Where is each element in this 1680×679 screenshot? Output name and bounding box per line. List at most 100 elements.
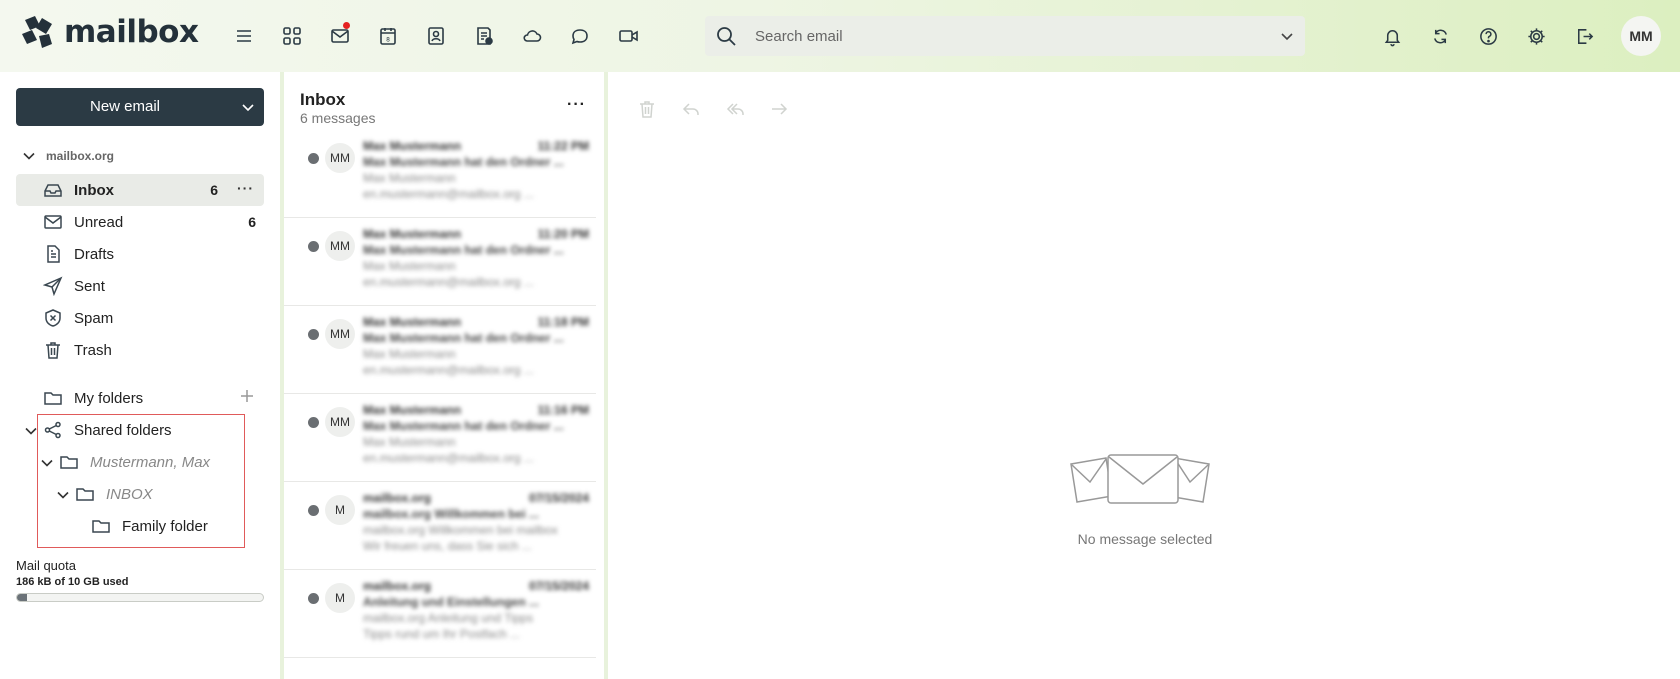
unread-count: 6: [210, 182, 218, 198]
message-row[interactable]: MM Max Mustermann 11:16 PM Max Mustermann h…: [284, 394, 596, 482]
message-snippet: Max Mustermann: [363, 171, 456, 185]
sender-name: mailbox.org: [363, 491, 432, 505]
folder-label: Unread: [74, 213, 124, 231]
highlight-box: [37, 414, 245, 548]
help-icon[interactable]: [1464, 22, 1512, 50]
cloud-icon[interactable]: [508, 22, 556, 50]
top-bar: mailbox 8 Search email MM: [0, 0, 1680, 72]
my-folders[interactable]: My folders: [16, 382, 264, 414]
folder-unread[interactable]: Unread 6: [16, 206, 264, 238]
message-snippet: Wir freuen uns, dass Sie sich ...: [363, 539, 532, 553]
reply-all-icon[interactable]: [724, 98, 746, 120]
folder-more-icon[interactable]: ···: [237, 180, 254, 196]
unread-dot: [308, 593, 319, 604]
message-subject: Anleitung und Einstellungen ...: [363, 595, 539, 609]
logo[interactable]: mailbox: [18, 12, 199, 52]
folder-drafts[interactable]: Drafts: [16, 238, 264, 270]
message-row[interactable]: MM Max Mustermann 11:20 PM Max Mustermann h…: [284, 218, 596, 306]
header-actions: [1368, 22, 1608, 50]
new-email-label: New email: [89, 98, 161, 115]
trash-icon[interactable]: [636, 98, 658, 120]
sender-name: Max Mustermann: [363, 315, 462, 329]
message-subject: Max Mustermann hat den Ordner ...: [363, 243, 564, 257]
shield-x-icon: [42, 307, 64, 329]
search-input[interactable]: [755, 16, 1275, 56]
folder-label: Sent: [74, 277, 105, 295]
trash-icon: [42, 339, 64, 361]
send-icon: [42, 275, 64, 297]
message-preview: Max Mustermann 11:22 PM Max Mustermann hat…: [363, 138, 589, 202]
settings-icon[interactable]: [1512, 22, 1560, 50]
message-snippet: mailbox.org Willkommen bei mailbox: [363, 523, 558, 537]
reply-icon[interactable]: [680, 98, 702, 120]
chevron-down-icon[interactable]: [240, 99, 256, 115]
mail-icon[interactable]: [316, 22, 364, 50]
user-avatar[interactable]: MM: [1621, 16, 1661, 56]
list-more-icon[interactable]: ···: [567, 96, 586, 114]
folder-trash[interactable]: Trash: [16, 334, 264, 366]
sender-name: Max Mustermann: [363, 403, 462, 417]
message-snippet: en.mustermann@mailbox.org ...: [363, 187, 534, 201]
message-snippet: en.mustermann@mailbox.org ...: [363, 451, 534, 465]
message-preview: Max Mustermann 11:18 PM Max Mustermann hat…: [363, 314, 589, 378]
unread-dot: [308, 241, 319, 252]
add-folder-icon[interactable]: [238, 387, 256, 405]
refresh-icon[interactable]: [1416, 22, 1464, 50]
search-bar[interactable]: [705, 16, 1305, 56]
sender-name: Max Mustermann: [363, 139, 462, 153]
folder-icon: [42, 387, 64, 409]
apps-grid-icon[interactable]: [268, 22, 316, 50]
account-header[interactable]: mailbox.org: [22, 149, 114, 163]
sender-name: Max Mustermann: [363, 227, 462, 241]
message-snippet: Max Mustermann: [363, 347, 456, 361]
forward-icon[interactable]: [768, 98, 790, 120]
message-snippet: Max Mustermann: [363, 259, 456, 273]
logout-icon[interactable]: [1560, 22, 1608, 50]
message-row[interactable]: Mmailbox.org 07/15/2024 mailbox.org Willko…: [284, 482, 596, 570]
video-icon[interactable]: [604, 22, 652, 50]
message-snippet: en.mustermann@mailbox.org ...: [363, 275, 534, 289]
unread-dot: [308, 417, 319, 428]
chat-icon[interactable]: [556, 22, 604, 50]
folder-inbox[interactable]: Inbox 6 ···: [16, 174, 264, 206]
sender-avatar: MM: [325, 407, 355, 437]
unread-count: 6: [248, 214, 256, 230]
message-subject: Max Mustermann hat den Ordner ...: [363, 155, 564, 169]
contacts-icon[interactable]: [412, 22, 460, 50]
account-name: mailbox.org: [46, 149, 115, 163]
sender-name: mailbox.org: [363, 579, 432, 593]
message-subject: Max Mustermann hat den Ordner ...: [363, 419, 564, 433]
message-preview: Max Mustermann 11:20 PM Max Mustermann hat…: [363, 226, 589, 290]
envelope-icon: [42, 211, 64, 233]
message-time: 11:22 PM: [537, 139, 589, 153]
my-folders-label: My folders: [74, 389, 144, 407]
folder-label: Drafts: [74, 245, 115, 263]
bell-icon[interactable]: [1368, 22, 1416, 50]
message-row[interactable]: Mmailbox.org 07/15/2024 Anleitung und Eins…: [284, 570, 596, 658]
message-list: Inbox 6 messages ··· MM Max Mustermann 11:…: [284, 72, 604, 679]
search-options-chevron-icon[interactable]: [1279, 28, 1295, 44]
folder-label: Spam: [74, 309, 114, 327]
message-snippet: Tipps rund um Ihr Postfach ...: [363, 627, 520, 641]
message-time: 11:16 PM: [537, 403, 589, 417]
message-time: 07/15/2024: [528, 579, 589, 593]
message-row[interactable]: MM Max Mustermann 11:22 PM Max Mustermann h…: [284, 130, 596, 218]
draft-icon: [42, 243, 64, 265]
folder-spam[interactable]: Spam: [16, 302, 264, 334]
folder-sent[interactable]: Sent: [16, 270, 264, 302]
new-email-button[interactable]: New email: [16, 88, 264, 126]
chevron-down-icon: [23, 152, 35, 160]
message-time: 11:20 PM: [537, 227, 589, 241]
envelopes-illustration-icon: [1070, 454, 1210, 504]
calendar-icon[interactable]: 8: [364, 22, 412, 50]
menu-icon[interactable]: [220, 22, 268, 50]
notification-dot: [343, 22, 350, 29]
tasks-icon[interactable]: [460, 22, 508, 50]
mail-quota-bar: [16, 593, 264, 602]
message-row[interactable]: MM Max Mustermann 11:18 PM Max Mustermann h…: [284, 306, 596, 394]
message-subject: Max Mustermann hat den Ordner ...: [363, 331, 564, 345]
message-subject: mailbox.org Willkommen bei ...: [363, 507, 539, 521]
mail-quota-label: Mail quota: [16, 558, 76, 573]
empty-state-text: No message selected: [1077, 531, 1213, 547]
reader-toolbar: [636, 98, 790, 120]
